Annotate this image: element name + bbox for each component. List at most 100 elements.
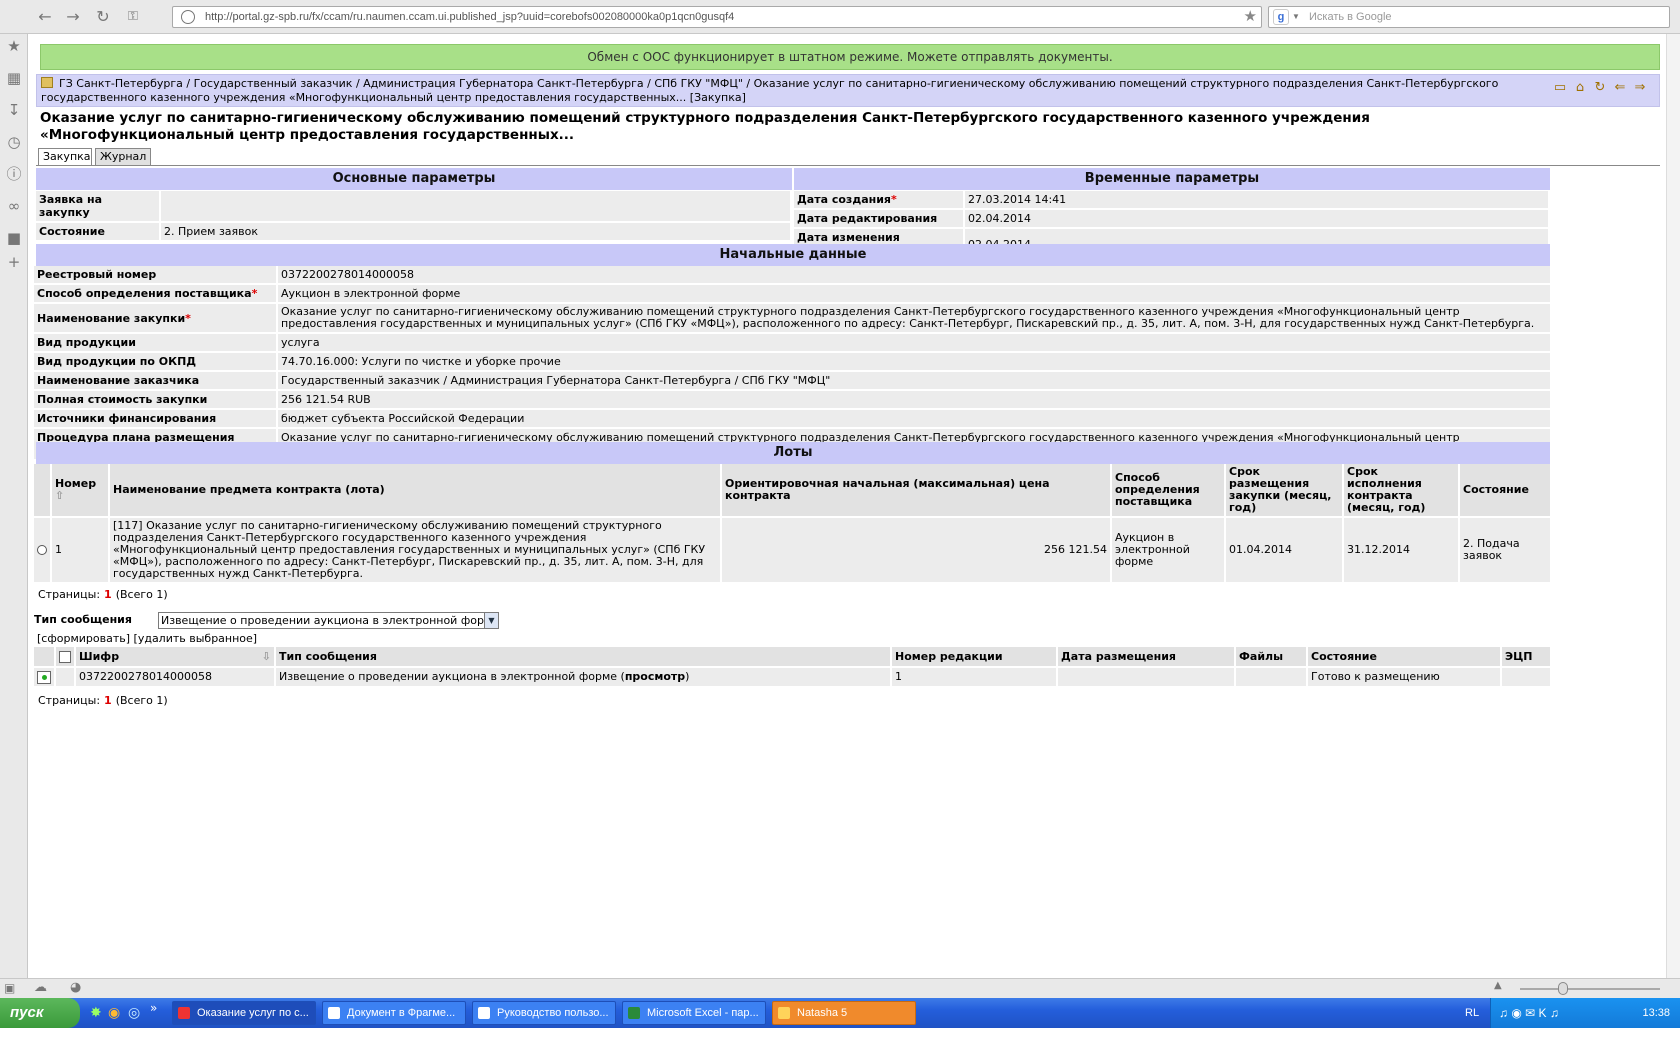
home-icon[interactable]: ⌂ xyxy=(1571,79,1589,97)
column-header-price[interactable]: Ориентировочная начальная (максимальная)… xyxy=(721,464,1112,518)
language-indicator[interactable]: RL xyxy=(1465,998,1479,1028)
chevron-down-icon[interactable]: ▼ xyxy=(484,613,498,628)
taskbar-item-document[interactable]: Документ в Фрагме... xyxy=(322,1001,466,1025)
document-icon[interactable] xyxy=(37,670,51,684)
search-input[interactable]: g ▼ Искать в Google xyxy=(1268,6,1670,28)
star-icon[interactable]: ★ xyxy=(4,36,24,56)
download-icon[interactable]: ↧ xyxy=(4,100,24,120)
cloud-icon[interactable]: ☁ xyxy=(34,980,47,995)
arrow-left-icon[interactable]: ⇐ xyxy=(1611,79,1629,97)
taskbar-item-manual[interactable]: Руководство пользо... xyxy=(472,1001,616,1025)
tab-journal[interactable]: Журнал xyxy=(95,148,151,166)
forward-button[interactable]: → xyxy=(62,6,84,28)
tab-divider xyxy=(36,165,1660,166)
taskbar-item-browser[interactable]: Оказание услуг по с... xyxy=(172,1001,316,1025)
start-button[interactable]: пуск xyxy=(0,998,80,1028)
lot-method: Аукцион в электронной форме xyxy=(1111,517,1226,584)
select-all-checkbox[interactable] xyxy=(59,650,71,663)
column-header-placement[interactable]: Срок размещения закупки (месяц, год) xyxy=(1225,464,1344,518)
table-row: Состояние 2. Прием заявок xyxy=(36,222,792,242)
bookmark-star-icon[interactable]: ★ xyxy=(1244,7,1257,27)
pager-page-1[interactable]: 1 xyxy=(104,694,112,707)
word-icon xyxy=(478,1007,490,1019)
tab-purchase[interactable]: Закупка xyxy=(38,148,92,166)
select-column-header xyxy=(34,464,52,518)
field-label: Дата создания* xyxy=(794,191,965,210)
reload-button[interactable]: ↻ xyxy=(92,6,114,28)
key-icon[interactable]: ⚿ xyxy=(122,6,144,28)
msg-type-select[interactable]: Извещение о проведении аукциона в электр… xyxy=(158,612,499,629)
message-edition: 1 xyxy=(891,667,1058,688)
field-label: Дата редактирования xyxy=(794,209,965,229)
link-icon[interactable]: ∞ xyxy=(4,196,24,216)
column-header-type[interactable]: Тип сообщения xyxy=(275,647,892,668)
tray-icons[interactable]: ♫ ◉ ✉ K ♫ xyxy=(1499,998,1559,1028)
taskbar-item-excel[interactable]: Microsoft Excel - пар... xyxy=(622,1001,766,1025)
msg-type-value: Извещение о проведении аукциона в электр… xyxy=(161,614,499,627)
column-header-edition[interactable]: Номер редакции xyxy=(891,647,1058,668)
field-label-text: Наименование закупки xyxy=(37,311,186,325)
column-header-number[interactable]: Номер ⇧ xyxy=(51,464,110,518)
column-header-method[interactable]: Способ определения поставщика xyxy=(1111,464,1226,518)
field-label-text: Способ определения поставщика xyxy=(37,287,252,300)
required-mark: * xyxy=(891,193,897,206)
column-header-date[interactable]: Дата размещения xyxy=(1057,647,1236,668)
notes-icon[interactable]: ▦ xyxy=(4,68,24,88)
sort-arrow-icon[interactable]: ⇩ xyxy=(262,650,271,663)
add-icon[interactable]: + xyxy=(4,252,24,272)
delete-selected-link[interactable]: [удалить выбранное] xyxy=(134,632,258,645)
system-tray: ♫ ◉ ✉ K ♫ 13:38 xyxy=(1490,998,1680,1028)
table-header-row: Шифр ⇩ Тип сообщения Номер редакции Дата… xyxy=(34,647,1552,668)
column-header-name[interactable]: Наименование предмета контракта (лота) xyxy=(109,464,722,518)
column-header-state[interactable]: Состояние xyxy=(1307,647,1502,668)
column-header-execution[interactable]: Срок исполнения контракта (месяц, год) xyxy=(1343,464,1460,518)
field-value: 74.70.16.000: Услуги по чистке и уборке … xyxy=(277,352,1552,372)
column-header-state[interactable]: Состояние xyxy=(1459,464,1552,518)
message-date xyxy=(1057,667,1236,688)
ie-icon[interactable]: ◎ xyxy=(128,1005,140,1021)
vertical-scrollbar[interactable] xyxy=(1666,34,1680,978)
table-row: Вид продукции услуга xyxy=(34,333,1552,353)
field-value: Аукцион в электронной форме xyxy=(277,284,1552,304)
lot-radio[interactable] xyxy=(37,545,47,555)
pager-page-1[interactable]: 1 xyxy=(104,588,112,601)
refresh-icon[interactable]: ↻ xyxy=(1591,79,1609,97)
panel-icon[interactable]: ■ xyxy=(4,228,24,248)
chevron-down-icon[interactable]: ▼ xyxy=(1292,7,1300,27)
quicklaunch-icon[interactable]: ✸ xyxy=(90,1005,102,1021)
folder-icon xyxy=(778,1007,790,1019)
more-icon[interactable]: » xyxy=(150,1001,157,1015)
view-link[interactable]: просмотр xyxy=(625,670,685,683)
history-icon[interactable]: ◷ xyxy=(4,132,24,152)
panel-toggle-icon[interactable]: ▣ xyxy=(4,981,15,995)
lot-number: 1 xyxy=(51,517,110,584)
speed-dial-icon[interactable]: ◕ xyxy=(70,980,81,995)
create-link[interactable]: [сформировать] xyxy=(37,632,130,645)
column-header-sign[interactable]: ЭЦП xyxy=(1501,647,1552,668)
up-arrow-icon[interactable]: ▲ xyxy=(1494,980,1502,991)
address-bar[interactable]: http://portal.gz-spb.ru/fx/ccam/ru.naume… xyxy=(172,6,1262,28)
column-header-code[interactable]: Шифр ⇩ xyxy=(75,647,276,668)
folder-action-icon[interactable]: ▭ xyxy=(1551,79,1569,97)
initial-data-table: Реестровый номер 0372200278014000058 Спо… xyxy=(34,266,1552,461)
field-label: Вид продукции по ОКПД xyxy=(34,352,278,372)
browser-sidebar: ★ ▦ ↧ ◷ ⓘ ∞ ■ + xyxy=(0,34,28,978)
field-label: Реестровый номер xyxy=(34,266,278,285)
table-row[interactable]: 1 [117] Оказание услуг по санитарно-гиги… xyxy=(34,517,1552,584)
arrow-right-icon[interactable]: ⇒ xyxy=(1631,79,1649,97)
lots-pager: Страницы: 1 (Всего 1) xyxy=(38,588,168,601)
table-row[interactable]: 0372200278014000058 Извещение о проведен… xyxy=(34,667,1552,688)
zoom-slider[interactable] xyxy=(1520,988,1660,990)
chrome-icon[interactable]: ◉ xyxy=(108,1005,120,1021)
column-header-files[interactable]: Файлы xyxy=(1235,647,1308,668)
taskbar-item-folder[interactable]: Natasha 5 xyxy=(772,1001,916,1025)
message-sign xyxy=(1501,667,1552,688)
google-icon[interactable]: g xyxy=(1273,9,1289,25)
zoom-slider-handle[interactable] xyxy=(1558,982,1568,995)
info-icon[interactable]: ⓘ xyxy=(4,164,24,184)
page-title: Оказание услуг по санитарно-гигиеническо… xyxy=(40,110,1370,143)
breadcrumb[interactable]: ГЗ Санкт-Петербурга / Государственный за… xyxy=(41,77,1551,105)
browser-toolbar: ← → ↻ ⚿ http://portal.gz-spb.ru/fx/ccam/… xyxy=(0,0,1680,34)
back-button[interactable]: ← xyxy=(34,6,56,28)
sort-arrow-icon[interactable]: ⇧ xyxy=(55,489,64,502)
